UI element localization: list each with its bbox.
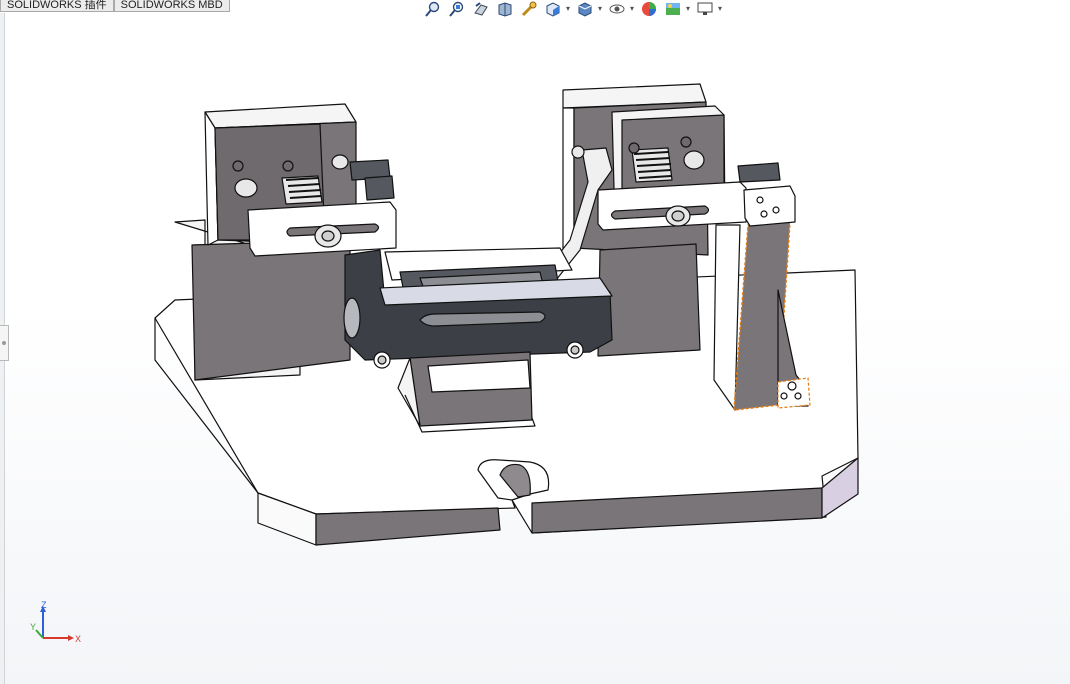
right-post-cap	[743, 185, 796, 227]
triad-x-label: X	[75, 634, 81, 644]
reference-triad: Z X Y	[30, 600, 81, 644]
left-upright-front	[191, 239, 351, 381]
right-upright-lower	[597, 243, 701, 357]
left-bolt-head	[234, 178, 258, 198]
triad-y-label: Y	[30, 622, 36, 632]
right-spring	[631, 147, 673, 183]
left-spring	[281, 175, 323, 205]
fixture-assembly-model[interactable]	[0, 0, 1070, 684]
base-plate-front-left	[315, 507, 501, 546]
triad-z-label: Z	[41, 600, 47, 610]
